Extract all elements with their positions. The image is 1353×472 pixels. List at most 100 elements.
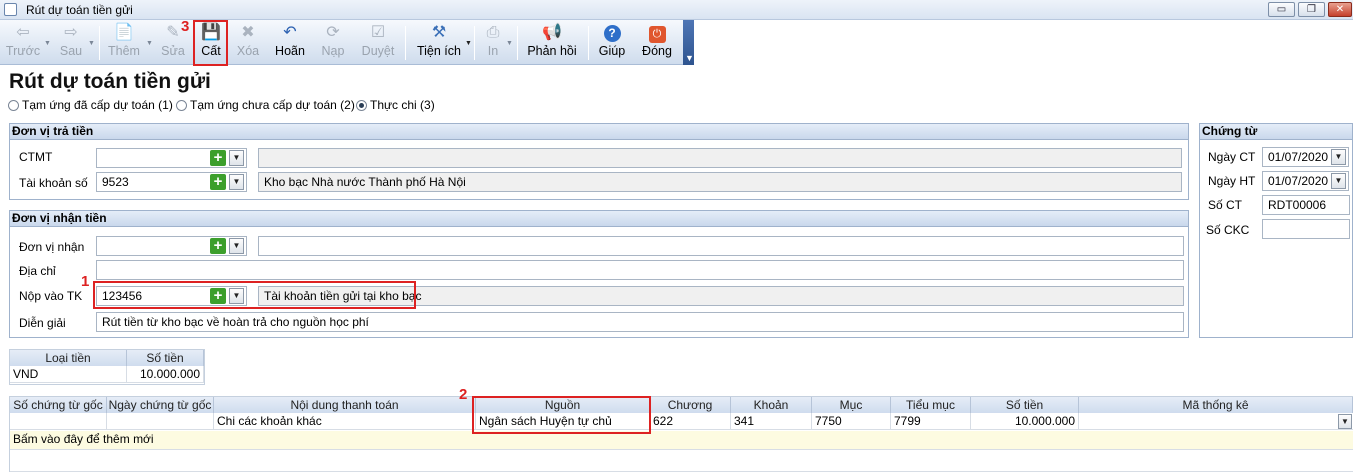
posting-date-dropdown-icon[interactable]: ▼	[1331, 173, 1346, 189]
delete-document-icon: ✖	[241, 24, 255, 41]
add-dropdown-icon[interactable]: ▼	[146, 40, 153, 47]
chapter-cell[interactable]: 622	[650, 413, 731, 430]
toolbar-delete-button[interactable]: ✖ Xóa	[233, 22, 263, 64]
original-doc-no-cell[interactable]	[10, 413, 107, 430]
add-new-row[interactable]: Bấm vào đây để thêm mới	[10, 431, 1353, 450]
amount-cell[interactable]: 10.000.000	[971, 413, 1079, 430]
currency-type-header[interactable]: Loại tiền	[10, 350, 127, 366]
arrow-right-icon: ⇨	[64, 24, 78, 41]
toolbar-feedback-button[interactable]: 📢 Phản hồi	[526, 22, 578, 64]
save-icon: 💾	[201, 24, 221, 41]
approve-icon: ☑	[370, 24, 386, 41]
restore-button[interactable]: ❐	[1298, 2, 1325, 17]
payee-unit-dropdown-icon[interactable]: ▼	[229, 238, 244, 254]
currency-amount-header[interactable]: Số tiền	[127, 350, 204, 366]
add-ctmt-icon[interactable]: +	[210, 150, 226, 166]
toolbar-utilities-button[interactable]: ⚒ Tiện ích	[414, 22, 464, 64]
radio-advance-allocated[interactable]: Tạm ứng đã cấp dự toán (1)	[8, 98, 173, 112]
tools-icon: ⚒	[431, 24, 447, 41]
empty-grid-area	[10, 450, 1353, 472]
annotation-3: 3	[181, 18, 190, 35]
voucher-no-input[interactable]: RDT00006	[1262, 195, 1350, 215]
source-header[interactable]: Nguồn	[476, 397, 650, 413]
toolbar-save-button[interactable]: 💾 Cất	[195, 22, 227, 64]
original-doc-no-header[interactable]: Số chứng từ gốc	[10, 397, 107, 413]
megaphone-icon: 📢	[542, 24, 562, 41]
toolbar-help-button[interactable]: ? Giúp	[596, 22, 628, 64]
radio-actual-spending[interactable]: Thực chi (3)	[356, 98, 435, 112]
deposit-account-description: Tài khoản tiền gửi tại kho bạc	[258, 286, 1184, 306]
stat-code-dropdown-icon[interactable]: ▼	[1338, 414, 1352, 429]
stat-code-cell[interactable]	[1079, 413, 1353, 430]
prev-dropdown-icon[interactable]: ▼	[44, 40, 51, 47]
toolbar-separator	[405, 26, 406, 60]
voucher-date-dropdown-icon[interactable]: ▼	[1331, 149, 1346, 165]
explain-input[interactable]: Rút tiền từ kho bạc về hoàn trả cho nguồ…	[96, 312, 1184, 332]
add-payee-unit-icon[interactable]: +	[210, 238, 226, 254]
ctmt-dropdown-icon[interactable]: ▼	[229, 150, 244, 166]
address-input[interactable]	[96, 260, 1184, 280]
payment-content-cell[interactable]: Chi các khoản khác	[214, 413, 476, 430]
currency-amount-cell[interactable]: 10.000.000	[127, 366, 204, 383]
payee-unit-description[interactable]	[258, 236, 1184, 256]
sub-item-cell[interactable]: 7799	[891, 413, 971, 430]
close-window-button[interactable]: ✕	[1328, 2, 1352, 17]
voucher-no-label: Số CT	[1208, 198, 1243, 212]
sub-item-header[interactable]: Tiểu mục	[891, 397, 971, 413]
close-icon: ⏻	[640, 23, 674, 43]
add-account-icon[interactable]: +	[210, 174, 226, 190]
toolbar-approve-button[interactable]: ☑ Duyệt	[358, 22, 398, 64]
annotation-2: 2	[459, 386, 468, 403]
toolbar-reload-button[interactable]: ⟳ Nạp	[318, 22, 348, 64]
section-header[interactable]: Khoản	[731, 397, 812, 413]
ctmt-description	[258, 148, 1182, 168]
app-icon	[4, 3, 17, 16]
payment-content-header[interactable]: Nội dung thanh toán	[214, 397, 476, 413]
posting-date-label: Ngày HT	[1208, 174, 1256, 188]
currency-type-cell[interactable]: VND	[10, 366, 127, 383]
explain-label: Diễn giải	[19, 316, 66, 330]
ckc-no-label: Số CKC	[1206, 223, 1250, 237]
original-doc-date-header[interactable]: Ngày chứng từ gốc	[107, 397, 214, 413]
print-dropdown-icon[interactable]: ▼	[506, 40, 513, 47]
chapter-header[interactable]: Chương	[650, 397, 731, 413]
print-icon: ⎙	[486, 24, 500, 41]
source-cell[interactable]: Ngân sách Huyện tự chủ	[476, 413, 650, 430]
stat-code-header[interactable]: Mã thống kê	[1079, 397, 1353, 413]
toolbar-overflow-button[interactable]: ▼	[683, 20, 694, 65]
toolbar-separator	[474, 26, 475, 60]
minimize-button[interactable]: ▭	[1268, 2, 1295, 17]
voucher-panel-title: Chứng từ	[1200, 124, 1352, 140]
next-dropdown-icon[interactable]: ▼	[88, 40, 95, 47]
payee-unit-label: Đơn vị nhận	[19, 240, 85, 254]
page-title: Rút dự toán tiền gửi	[9, 70, 211, 93]
payer-panel-title: Đơn vị trả tiền	[10, 124, 1188, 140]
toolbar-prev-button[interactable]: ⇦ Trước	[4, 22, 42, 64]
deposit-account-dropdown-icon[interactable]: ▼	[229, 288, 244, 304]
radio-circle-icon	[8, 99, 19, 111]
toolbar-undo-button[interactable]: ↶ Hoãn	[272, 22, 308, 64]
item-header[interactable]: Mục	[812, 397, 891, 413]
voucher-date-label: Ngày CT	[1208, 150, 1256, 164]
toolbar-add-button[interactable]: 📄 Thêm	[106, 22, 142, 64]
ctmt-label: CTMT	[19, 150, 53, 164]
title-bar: Rút dự toán tiền gửi ▭ ❐ ✕	[0, 0, 1353, 20]
account-label: Tài khoản số	[19, 176, 88, 190]
radio-advance-unallocated[interactable]: Tạm ứng chưa cấp dự toán (2)	[176, 98, 355, 112]
item-cell[interactable]: 7750	[812, 413, 891, 430]
toolbar-close-button[interactable]: ⏻ Đóng	[640, 22, 674, 64]
original-doc-date-cell[interactable]	[107, 413, 214, 430]
annotation-1: 1	[81, 273, 90, 290]
ckc-no-input[interactable]	[1262, 219, 1350, 239]
toolbar-next-button[interactable]: ⇨ Sau	[55, 22, 87, 64]
toolbar-separator	[517, 26, 518, 60]
add-document-icon: 📄	[114, 24, 134, 41]
amount-header[interactable]: Số tiền	[971, 397, 1079, 413]
toolbar-print-button[interactable]: ⎙ In	[480, 22, 506, 64]
account-dropdown-icon[interactable]: ▼	[229, 174, 244, 190]
deposit-account-label: Nộp vào TK	[19, 289, 83, 303]
utilities-dropdown-icon[interactable]: ▼	[465, 40, 472, 47]
add-deposit-account-icon[interactable]: +	[210, 288, 226, 304]
radio-circle-icon	[176, 99, 187, 111]
section-cell[interactable]: 341	[731, 413, 812, 430]
